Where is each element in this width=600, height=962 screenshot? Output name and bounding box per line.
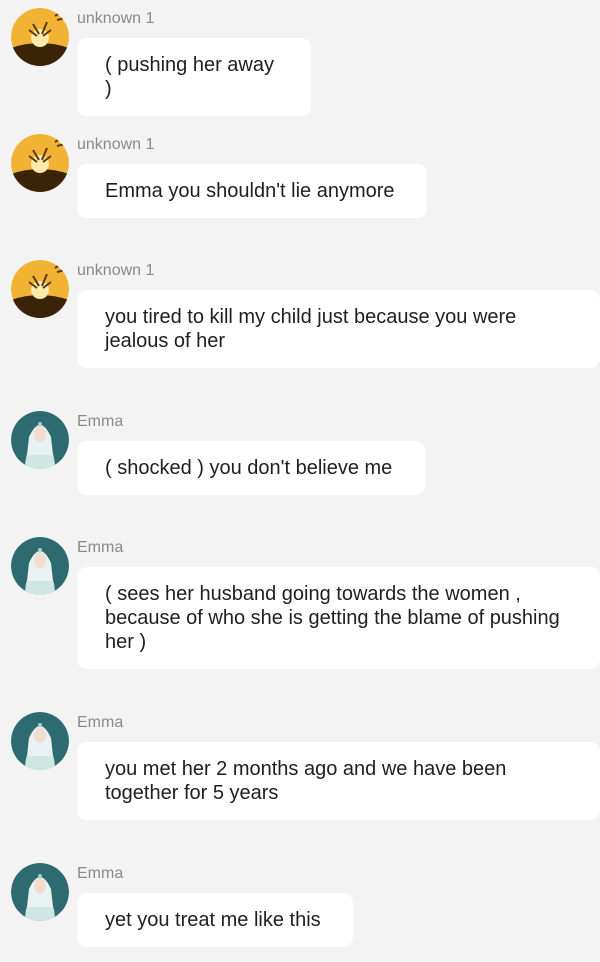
emma-avatar-icon[interactable] bbox=[11, 537, 69, 595]
sender-name: unknown 1 bbox=[77, 136, 155, 153]
message-bubble[interactable]: ( shocked ) you don't believe me bbox=[77, 441, 425, 495]
message-bubble[interactable]: you met her 2 months ago and we have bee… bbox=[77, 742, 600, 820]
message-bubble[interactable]: you tired to kill my child just because … bbox=[77, 290, 600, 368]
sender-name: unknown 1 bbox=[77, 10, 155, 27]
message-bubble[interactable]: ( sees her husband going towards the wom… bbox=[77, 567, 600, 669]
emma-avatar-icon[interactable] bbox=[11, 712, 69, 770]
sender-name: unknown 1 bbox=[77, 262, 155, 279]
sender-name: Emma bbox=[77, 539, 124, 556]
emma-avatar-icon[interactable] bbox=[11, 863, 69, 921]
sender-name: Emma bbox=[77, 865, 124, 882]
message-bubble[interactable]: Emma you shouldn't lie anymore bbox=[77, 164, 427, 218]
sender-name: Emma bbox=[77, 714, 124, 731]
message-bubble[interactable]: yet you treat me like this bbox=[77, 893, 353, 947]
chat-thread[interactable]: unknown 1 ( pushing her away ) unknown 1… bbox=[0, 0, 600, 962]
sun-cat-avatar-icon[interactable] bbox=[11, 134, 69, 192]
sun-cat-avatar-icon[interactable] bbox=[11, 8, 69, 66]
emma-avatar-icon[interactable] bbox=[11, 411, 69, 469]
message-bubble[interactable]: ( pushing her away ) bbox=[77, 38, 311, 116]
sun-cat-avatar-icon[interactable] bbox=[11, 260, 69, 318]
sender-name: Emma bbox=[77, 413, 124, 430]
